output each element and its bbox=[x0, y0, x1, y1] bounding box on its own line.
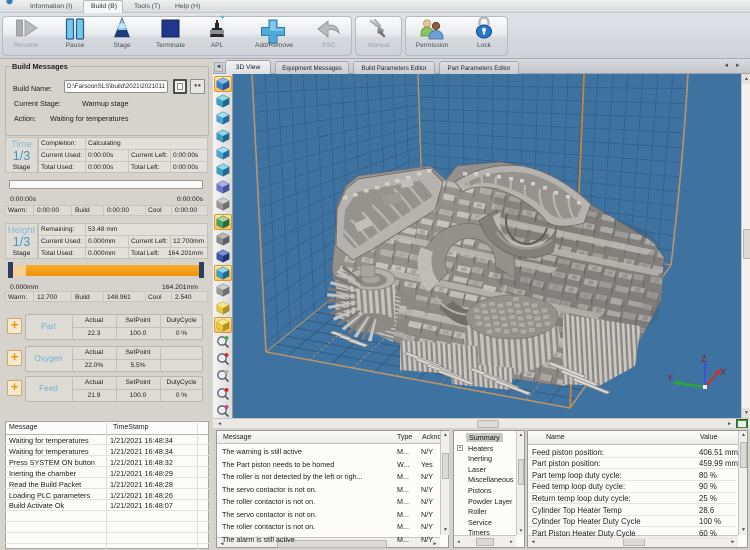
svg-text:Z: Z bbox=[701, 354, 707, 364]
svg-text:X: X bbox=[720, 367, 726, 377]
svg-text:Y: Y bbox=[667, 373, 673, 383]
